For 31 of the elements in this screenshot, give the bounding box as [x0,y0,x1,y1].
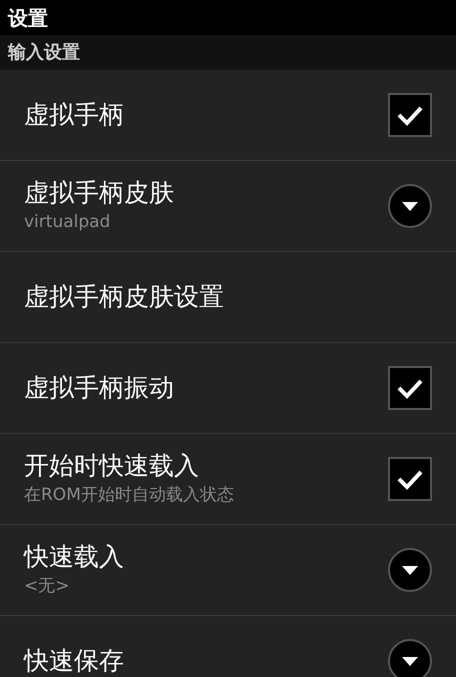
check-icon [396,468,424,490]
setting-label: 快速载入 [24,543,125,571]
dropdown-button[interactable] [388,548,432,592]
section-title: 输入设置 [8,41,80,65]
setting-label: 虚拟手柄皮肤设置 [24,283,225,311]
setting-summary: 在ROM开始时自动载入状态 [24,484,235,506]
caret-icon [402,566,418,574]
settings-row[interactable]: 开始时快速载入 在ROM开始时自动载入状态 [0,434,456,525]
setting-summary: virtualpad [24,211,112,233]
checkbox[interactable] [388,457,432,501]
dropdown-button[interactable] [388,639,432,677]
caret-icon [402,202,418,210]
settings-row[interactable]: 虚拟手柄皮肤 virtualpad [0,161,456,252]
screen-title: 设置 [8,4,48,32]
setting-label: 虚拟手柄振动 [24,374,175,402]
settings-row[interactable]: 虚拟手柄 [0,70,456,161]
setting-label: 虚拟手柄 [24,101,125,129]
setting-label: 开始时快速载入 [24,452,200,480]
checkbox[interactable] [388,366,432,410]
setting-label: 快速保存 [24,647,125,675]
setting-summary: <无> [24,575,70,597]
check-icon [396,377,424,399]
caret-icon [402,656,418,666]
settings-row[interactable]: 虚拟手柄皮肤设置 [0,252,456,343]
checkbox[interactable] [388,93,432,137]
setting-label: 虚拟手柄皮肤 [24,179,175,207]
settings-row[interactable]: 快速载入 <无> [0,525,456,616]
settings-row[interactable]: 虚拟手柄振动 [0,343,456,434]
check-icon [396,104,424,126]
dropdown-button[interactable] [388,184,432,228]
settings-row[interactable]: 快速保存 [0,616,456,677]
